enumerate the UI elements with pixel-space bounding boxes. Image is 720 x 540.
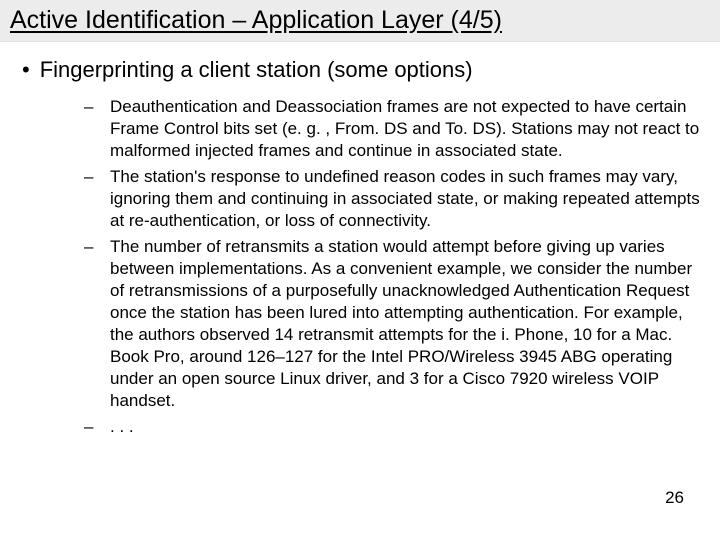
bullet-text: Fingerprinting a client station (some op…	[40, 56, 473, 84]
sub-bullet-text: The station's response to undefined reas…	[110, 166, 702, 232]
slide: Active Identification – Application Laye…	[0, 0, 720, 540]
sub-bullet-list: – Deauthentication and Deassociation fra…	[22, 92, 702, 438]
sub-bullet-text: Deauthentication and Deassociation frame…	[110, 96, 702, 162]
sub-bullet: – The number of retransmits a station wo…	[84, 236, 702, 412]
dash-icon: –	[84, 416, 110, 438]
bullet-dot-icon: •	[22, 56, 30, 84]
page-number: 26	[665, 488, 684, 508]
bullet-level1: • Fingerprinting a client station (some …	[22, 56, 702, 84]
slide-title: Active Identification – Application Laye…	[10, 6, 710, 35]
content-area: • Fingerprinting a client station (some …	[0, 42, 720, 438]
title-bar: Active Identification – Application Laye…	[0, 0, 720, 42]
sub-bullet: – Deauthentication and Deassociation fra…	[84, 96, 702, 162]
sub-bullet: – . . .	[84, 416, 702, 438]
dash-icon: –	[84, 166, 110, 188]
sub-bullet-text: The number of retransmits a station woul…	[110, 236, 702, 412]
sub-bullet: – The station's response to undefined re…	[84, 166, 702, 232]
sub-bullet-text: . . .	[110, 416, 134, 438]
dash-icon: –	[84, 236, 110, 258]
dash-icon: –	[84, 96, 110, 118]
